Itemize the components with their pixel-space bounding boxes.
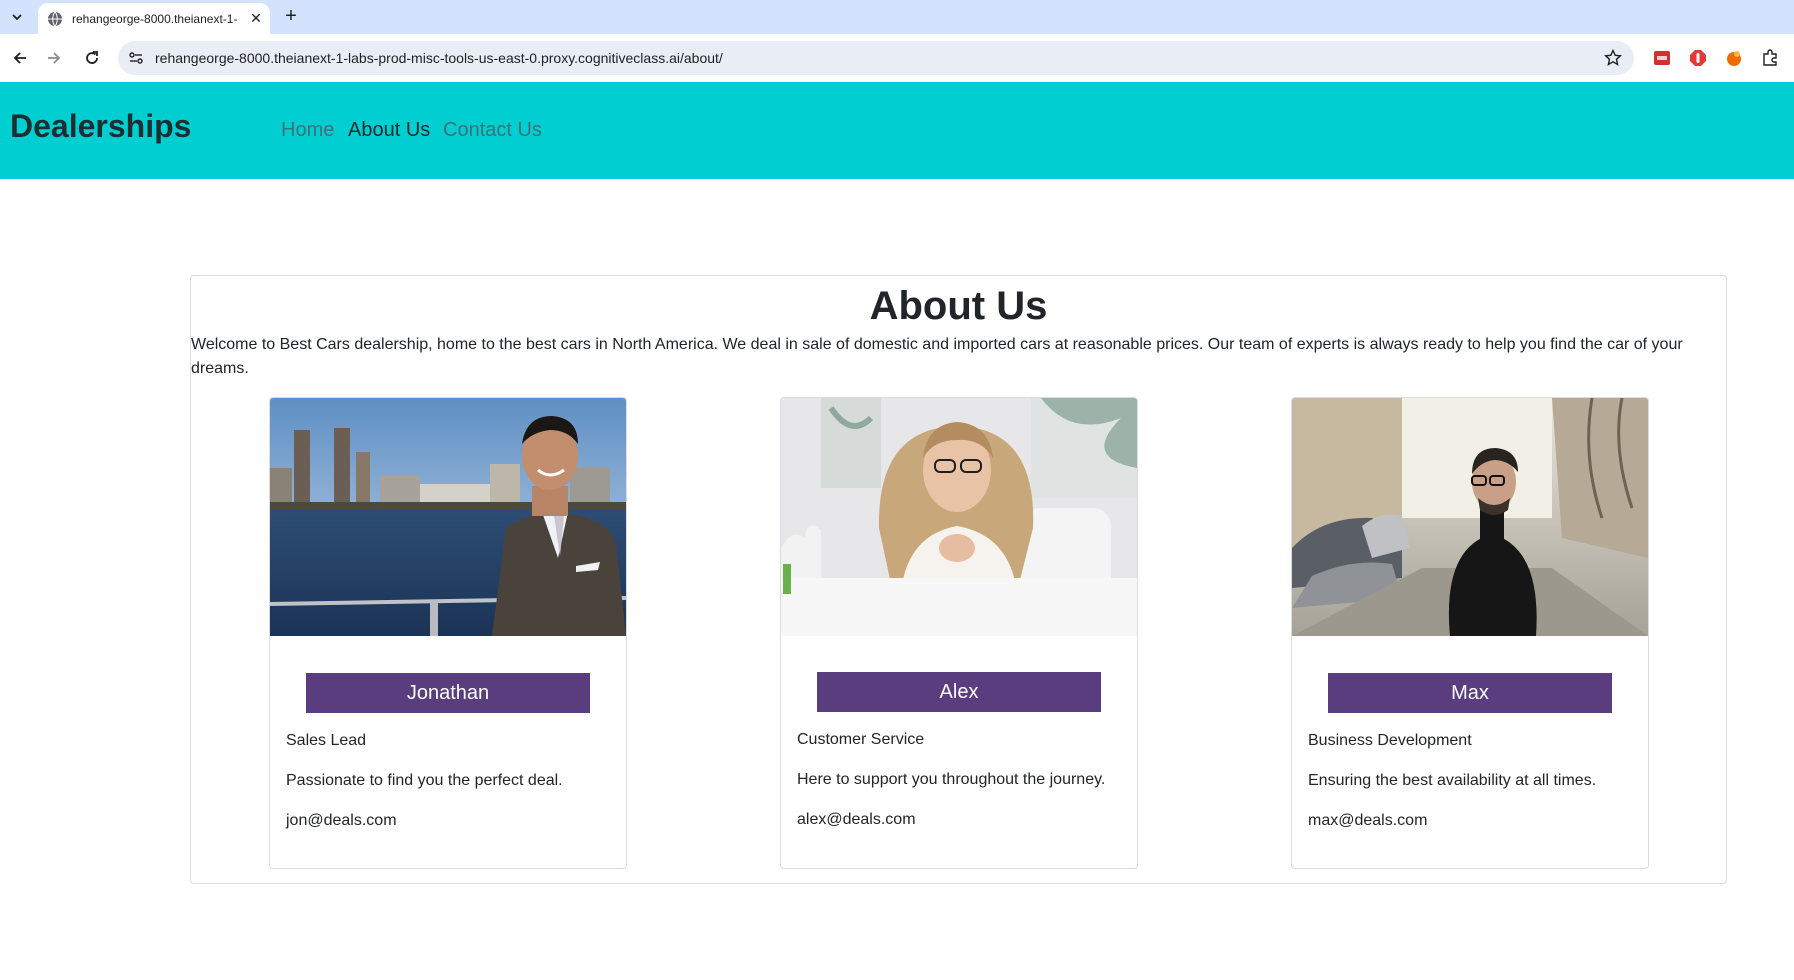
tab-search-icon[interactable] [6,6,28,28]
role-jonathan: Sales Lead [286,732,367,749]
about-intro: Welcome to Best Cars dealership, home to… [191,336,1683,377]
email-alex: alex@deals.com [797,811,916,828]
extension-red-icon[interactable] [1652,48,1672,68]
max-photo [1292,398,1648,636]
tab-title: rehangeorge-8000.theianext-1- [72,11,238,26]
site-navbar: Dealerships Home About Us Contact Us [0,82,1794,179]
name-button-jonathan[interactable]: Jonathan [306,673,590,713]
page-title: About Us [869,284,1048,328]
brand-logo[interactable]: Dealerships [10,108,191,145]
nav-link-home[interactable]: Home [281,119,334,142]
close-icon[interactable]: ✕ [248,10,264,27]
name-button-max[interactable]: Max [1328,673,1612,713]
extension-adblock-icon[interactable] [1688,48,1708,68]
email-max: max@deals.com [1308,812,1428,829]
nav-link-about-us[interactable]: About Us [348,119,430,142]
description-jonathan: Passionate to find you the perfect deal. [286,772,563,789]
alex-photo [781,398,1137,636]
role-alex: Customer Service [797,731,925,748]
name-button-alex[interactable]: Alex [817,672,1101,712]
description-max: Ensuring the best availability at all ti… [1308,772,1597,789]
forward-icon[interactable] [42,46,66,70]
site-info-icon[interactable] [128,50,144,66]
extension-orange-icon[interactable] [1724,48,1744,68]
email-jonathan: jon@deals.com [286,812,397,829]
team-card-max: Max Business Development Ensuring the be… [1291,397,1649,869]
team-card-alex: Alex Customer Service Here to support yo… [780,397,1138,869]
url-text: rehangeorge-8000.theianext-1-labs-prod-m… [155,50,723,66]
browser-toolbar: rehangeorge-8000.theianext-1-labs-prod-m… [0,34,1794,82]
jonathan-photo [270,398,626,636]
globe-icon [47,11,63,27]
address-bar[interactable]: rehangeorge-8000.theianext-1-labs-prod-m… [118,41,1634,75]
browser-tab[interactable]: rehangeorge-8000.theianext-1- ✕ [38,3,270,34]
browser-tabstrip: rehangeorge-8000.theianext-1- ✕ + [0,0,1794,34]
team-card-jonathan: Jonathan Sales Lead Passionate to find y… [269,397,627,869]
plus-icon[interactable]: + [280,6,302,28]
back-icon[interactable] [8,46,32,70]
about-card: About Us Welcome to Best Cars dealership… [190,275,1727,884]
bookmark-star-icon[interactable] [1603,48,1623,67]
puzzle-icon[interactable] [1760,48,1780,68]
description-alex: Here to support you throughout the journ… [797,771,1106,788]
role-max: Business Development [1308,732,1472,749]
reload-icon[interactable] [80,46,104,70]
nav-link-contact-us[interactable]: Contact Us [443,119,542,142]
